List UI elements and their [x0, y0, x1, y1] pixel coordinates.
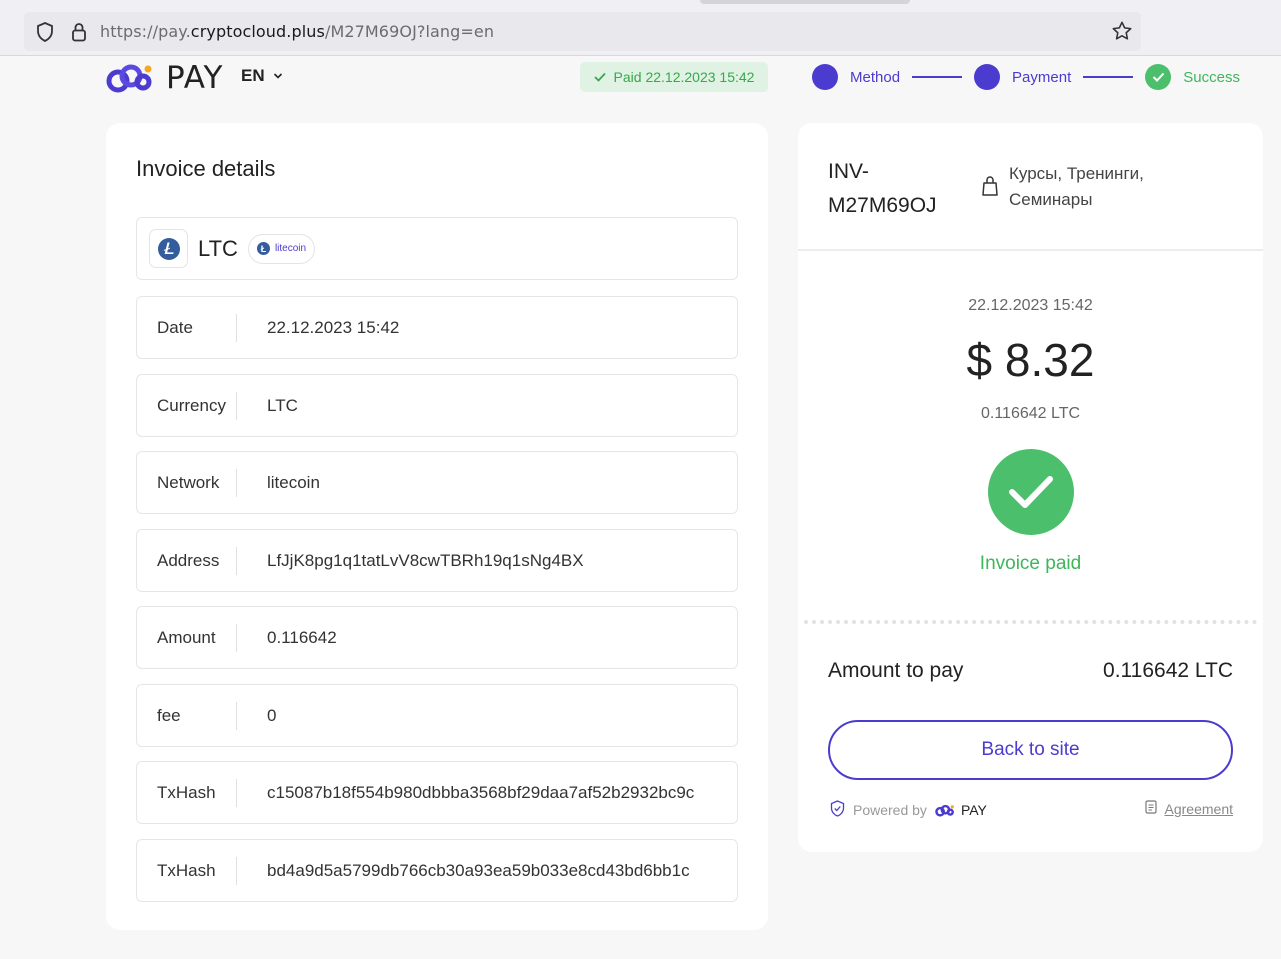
step-dot-payment [974, 64, 1001, 90]
invoice-details-title: Invoice details [136, 156, 276, 181]
detail-value[interactable]: bd4a9d5a5799db766cb30a93ea59b033e8cd43bd… [237, 861, 709, 881]
url-text[interactable]: https://pay.cryptocloud.plus/M27M69OJ?la… [100, 22, 494, 41]
detail-row-date: Date 22.12.2023 15:42 [136, 296, 738, 359]
litecoin-icon [149, 229, 188, 268]
progress-steps: Method Payment Success [812, 64, 1240, 90]
detail-row-txhash: TxHash c15087b18f554b980dbbba3568bf29daa… [136, 761, 738, 824]
back-to-site-button[interactable]: Back to site [828, 720, 1233, 780]
check-icon [593, 69, 606, 85]
detail-row-currency: Currency LTC [136, 374, 738, 437]
detail-key: fee [137, 701, 237, 730]
detail-row-address: Address LfJjK8pg1q1tatLvV8cwTBRh19q1sNg4… [136, 529, 738, 592]
detail-key: Amount [137, 623, 237, 652]
invoice-paid-status: Invoice paid [979, 553, 1082, 574]
litecoin-mini-icon: Ł [256, 242, 270, 255]
detail-value[interactable]: LTC [237, 396, 709, 416]
active-tab-indicator [700, 0, 910, 4]
invoice-details-card: Invoice details LTC Ł litecoin Date 22.1… [106, 123, 768, 930]
step-connector [912, 76, 963, 78]
cloud-logo-small-icon[interactable] [935, 804, 955, 817]
step-connector [1083, 76, 1134, 78]
invoice-id: INV-M27M69OJ [828, 160, 937, 217]
detail-key: Currency [137, 391, 237, 420]
logo-text: PAY [166, 60, 224, 96]
powered-by-label: Powered by [853, 802, 927, 818]
detail-key: Date [137, 313, 237, 342]
detail-key: TxHash [137, 856, 237, 885]
cloud-logo-icon [106, 64, 152, 93]
step-label-method: Method [850, 68, 901, 86]
detail-key: Network [137, 468, 237, 497]
step-label-success: Success [1183, 68, 1240, 86]
step-success-check-icon [1145, 64, 1172, 90]
detail-row-fee: fee 0 [136, 684, 738, 747]
amount-to-pay-value: 0.116642 LTC [1103, 659, 1233, 682]
payment-summary-card: INV-M27M69OJ Курсы, Тренинги, Семинары 2… [798, 123, 1263, 852]
category-text: Курсы, Тренинги, Семинары [1009, 164, 1144, 209]
shopping-bag-icon [981, 175, 999, 213]
agreement-link[interactable]: Agreement [1144, 800, 1233, 817]
amount-usd: $ 8.32 [966, 334, 1095, 386]
paid-badge-text: Paid 22.12.2023 15:42 [613, 69, 755, 85]
detail-value[interactable]: c15087b18f554b980dbbba3568bf29daa7af52b2… [237, 783, 709, 803]
step-label-payment: Payment [1012, 68, 1072, 86]
shield-icon[interactable] [34, 21, 56, 43]
powered-by-logo-text: PAY [960, 802, 987, 818]
network-pill-label: litecoin [274, 243, 307, 254]
detail-value[interactable]: 22.12.2023 15:42 [237, 318, 709, 338]
detail-row-network: Network litecoin [136, 451, 738, 514]
detail-value[interactable]: LfJjK8pg1q1tatLvV8cwTBRh19q1sNg4BX [237, 551, 709, 571]
coin-name: LTC [198, 235, 238, 261]
language-label: EN [241, 66, 265, 85]
powered-by: Powered by PAY [830, 800, 987, 820]
amount-to-pay-label: Amount to pay [828, 659, 964, 682]
payment-date: 22.12.2023 15:42 [968, 297, 1093, 314]
step-dot-method [812, 64, 838, 90]
url-domain: cryptocloud.plus [190, 22, 325, 41]
url-path: /M27M69OJ?lang=en [324, 22, 495, 41]
address-bar[interactable]: https://pay.cryptocloud.plus/M27M69OJ?la… [24, 12, 1141, 51]
agreement-label: Agreement [1164, 800, 1233, 817]
merchant-category: Курсы, Тренинги, Семинары [981, 161, 1169, 213]
header-divider [798, 249, 1263, 251]
detail-key: Address [137, 546, 237, 575]
detail-value[interactable]: 0 [237, 706, 709, 726]
detail-row-txhash: TxHash bd4a9d5a5799db766cb30a93ea59b033e… [136, 839, 738, 902]
chevron-down-icon [273, 69, 283, 83]
document-icon [1144, 800, 1157, 817]
dotted-divider [804, 620, 1257, 624]
browser-toolbar: https://pay.cryptocloud.plus/M27M69OJ?la… [0, 0, 1281, 56]
detail-value[interactable]: 0.116642 [237, 628, 709, 648]
lock-icon[interactable] [68, 21, 90, 43]
url-prefix: https://pay. [100, 22, 191, 41]
toolbar-divider [0, 55, 1281, 56]
bookmark-star-icon[interactable] [1111, 20, 1133, 42]
amount-crypto: 0.116642 LTC [980, 405, 1081, 422]
detail-value[interactable]: litecoin [237, 473, 709, 493]
shield-check-icon [830, 800, 845, 820]
paid-status-badge: Paid 22.12.2023 15:42 [580, 62, 768, 92]
success-check-icon [988, 449, 1074, 535]
coin-row: LTC Ł litecoin [136, 217, 738, 280]
network-pill: Ł litecoin [247, 233, 316, 264]
cryptocloud-logo[interactable]: PAY [106, 60, 223, 96]
detail-key: TxHash [137, 778, 237, 807]
language-selector[interactable]: EN [241, 66, 283, 86]
detail-row-amount: Amount 0.116642 [136, 606, 738, 669]
